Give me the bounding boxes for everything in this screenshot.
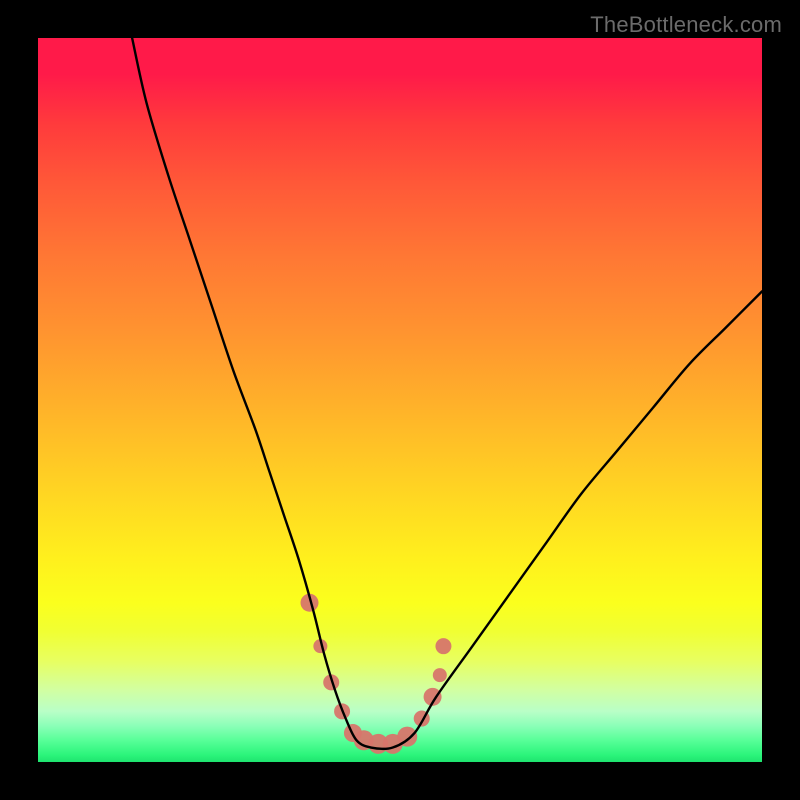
watermark-text: TheBottleneck.com — [590, 12, 782, 38]
chart-frame: TheBottleneck.com — [0, 0, 800, 800]
curve-markers — [301, 594, 452, 754]
curve-marker — [433, 668, 447, 682]
plot-area — [38, 38, 762, 762]
curve-marker — [435, 638, 451, 654]
chart-overlay — [38, 38, 762, 762]
